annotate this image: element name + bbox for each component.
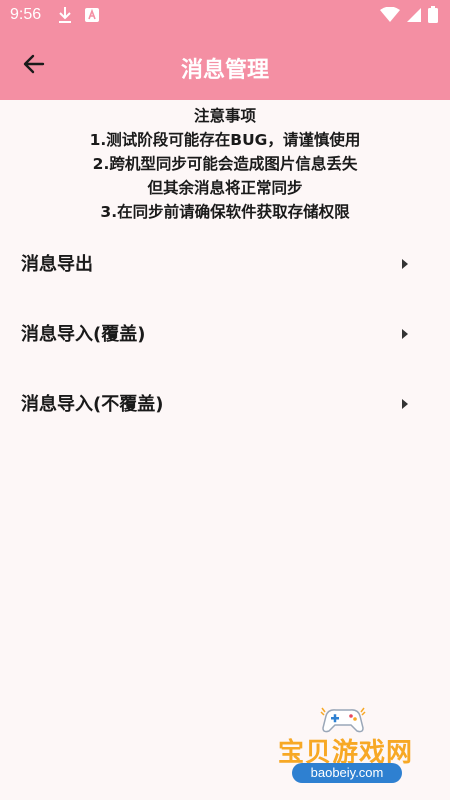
app-a-icon bbox=[84, 6, 100, 24]
app-header: 9:56 消息管理 bbox=[0, 0, 450, 100]
menu-item-label: 消息导入(覆盖) bbox=[21, 324, 146, 345]
menu-item-import-overwrite[interactable]: 消息导入(覆盖) bbox=[0, 296, 450, 366]
menu-item-label: 消息导入(不覆盖) bbox=[21, 394, 164, 415]
watermark-logo: 宝贝游戏网 baobeiy.com bbox=[272, 706, 422, 786]
notice-line: 1.测试阶段可能存在BUG，请谨慎使用 bbox=[89, 131, 361, 149]
menu-item-export[interactable]: 消息导出 bbox=[0, 226, 450, 296]
notice-block: 注意事项 1.测试阶段可能存在BUG，请谨慎使用 2.跨机型同步可能会造成图片信… bbox=[0, 104, 450, 224]
menu-item-import-no-overwrite[interactable]: 消息导入(不覆盖) bbox=[0, 366, 450, 436]
status-bar: 9:56 bbox=[0, 0, 450, 32]
menu-item-label: 消息导出 bbox=[21, 254, 93, 275]
chevron-right-icon bbox=[400, 395, 410, 409]
page-title: 消息管理 bbox=[180, 58, 269, 83]
notice-line: 但其余消息将正常同步 bbox=[147, 179, 303, 197]
battery-icon bbox=[428, 6, 438, 27]
signal-icon bbox=[406, 7, 422, 27]
watermark-url: baobeiy.com bbox=[292, 763, 402, 783]
chevron-right-icon bbox=[400, 325, 410, 339]
status-time: 9:56 bbox=[10, 6, 42, 23]
chevron-right-icon bbox=[400, 255, 410, 269]
wifi-icon bbox=[380, 6, 400, 27]
download-icon bbox=[58, 6, 72, 24]
notice-line: 2.跨机型同步可能会造成图片信息丢失 bbox=[92, 155, 358, 173]
toolbar: 消息管理 bbox=[0, 32, 450, 100]
menu-list: 消息导出 消息导入(覆盖) 消息导入(不覆盖) bbox=[0, 226, 450, 436]
status-indicators bbox=[380, 6, 438, 27]
notice-heading: 注意事项 bbox=[193, 107, 256, 125]
notice-line: 3.在同步前请确保软件获取存储权限 bbox=[100, 203, 350, 221]
